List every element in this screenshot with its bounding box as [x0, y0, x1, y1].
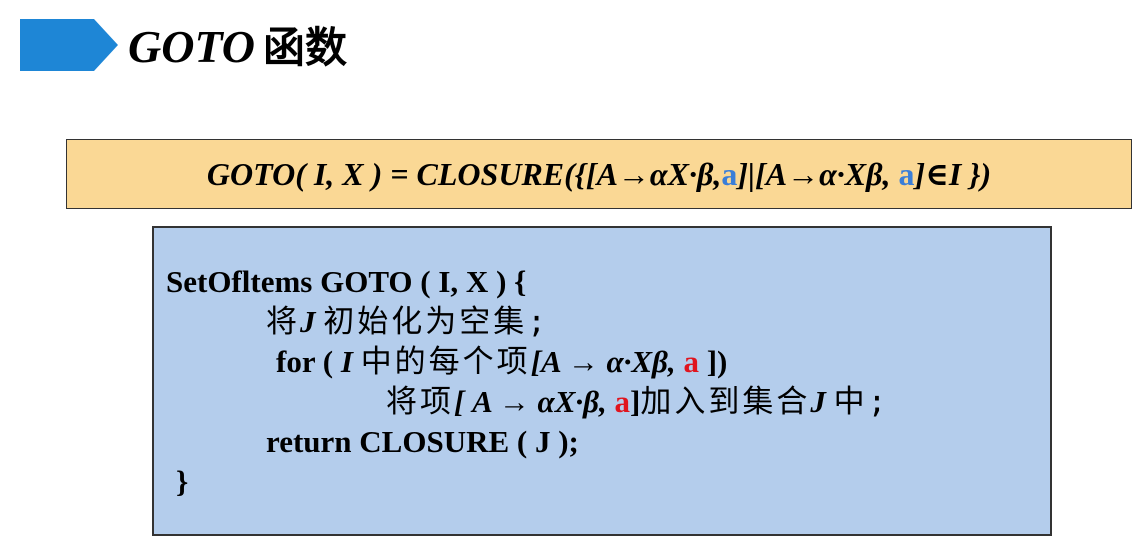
- code-line-signature: SetOfltems GOTO ( I, X ) {: [166, 262, 526, 302]
- code-add-var: J: [810, 384, 826, 419]
- code-line-return: return CLOSURE ( J );: [266, 422, 579, 462]
- code-add-bracket: ]: [630, 384, 641, 419]
- code-signature-text: SetOfltems GOTO ( I, X ) {: [166, 264, 527, 299]
- code-for-end: ]): [698, 344, 728, 379]
- code-line-for: for ( I 中的每个项[A → α·Xβ, a ]): [276, 342, 727, 382]
- code-line-add: 将项[ A → αX·β, a]加入到集合J 中;: [386, 382, 889, 422]
- code-for-lookahead: a: [683, 344, 699, 379]
- code-close-brace: }: [176, 464, 189, 499]
- code-add-cjk-2: 加入到集合: [640, 384, 811, 420]
- code-add-lookahead: a: [614, 384, 631, 419]
- goto-definition-formula: GOTO( I, X ) = CLOSURE({[A→αX·β,a]|[A→α·…: [207, 155, 991, 193]
- slide-title: GOTO 函数: [128, 16, 347, 79]
- formula-part-2: ]|[A→α·Xβ,: [737, 156, 899, 192]
- code-add-item: [ A → αX·β,: [454, 384, 615, 419]
- slide-title-function: 函数: [262, 23, 347, 72]
- code-init-cjk-2: 初始化为空集;: [323, 304, 549, 340]
- goto-pseudocode-box: SetOfltems GOTO ( I, X ) { 将J 初始化为空集; fo…: [152, 226, 1052, 536]
- code-return-text: return CLOSURE ( J );: [266, 424, 579, 459]
- code-line-close-brace: }: [176, 462, 188, 502]
- formula-lookahead-1: a: [721, 156, 738, 192]
- code-add-cjk-3: 中;: [833, 384, 890, 420]
- title-arrow-icon: [20, 19, 118, 71]
- goto-definition-box: GOTO( I, X ) = CLOSURE({[A→αX·β,a]|[A→α·…: [66, 139, 1132, 209]
- slide-title-goto: GOTO: [128, 21, 255, 72]
- code-for-keyword: for (: [276, 344, 341, 379]
- formula-lookahead-2: a: [898, 156, 915, 192]
- code-for-cjk: 中的每个项: [360, 344, 531, 380]
- code-for-item: [A → α·Xβ,: [530, 344, 684, 379]
- formula-part-3: ]∈I }): [914, 156, 992, 192]
- code-init-var: J: [300, 304, 316, 339]
- code-for-var: I: [340, 344, 353, 379]
- formula-part-1: GOTO( I, X ) = CLOSURE({[A→αX·β,: [206, 156, 722, 192]
- code-add-cjk-1: 将项: [386, 384, 454, 420]
- code-line-init: 将J 初始化为空集;: [266, 302, 549, 342]
- code-init-cjk-1: 将: [266, 304, 300, 340]
